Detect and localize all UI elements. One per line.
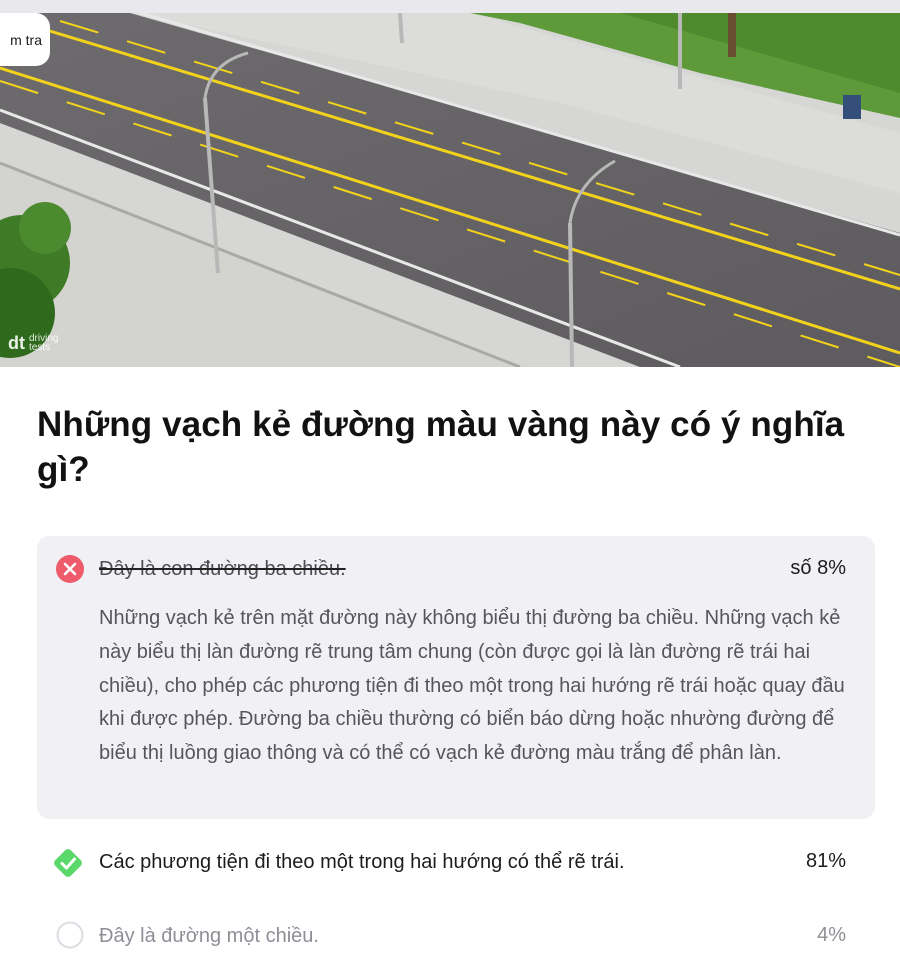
answer-label: Các phương tiện đi theo một trong hai hư… (99, 851, 625, 873)
question-illustration: m tra dt driving tests (0, 0, 900, 367)
breadcrumb-pill-label: m tra (10, 31, 42, 48)
answer-option-wrong[interactable]: Đây là con đường ba chiều. số 8% Những v… (37, 536, 875, 819)
road-illustration (0, 13, 900, 367)
answer-option-correct[interactable]: Các phương tiện đi theo một trong hai hư… (37, 840, 875, 884)
answer-label: Đây là con đường ba chiều. (99, 558, 346, 580)
watermark-icon: dt (8, 332, 25, 353)
answer-percent: 81% (805, 850, 846, 872)
answer-option[interactable]: Đây là đường một chiều. 4% (37, 916, 875, 960)
answer-explanation: Những vạch kẻ trên mặt đường này không b… (99, 607, 845, 765)
empty-circle-icon (56, 921, 84, 949)
answer-percent: số 8% (790, 557, 846, 579)
x-circle-icon (56, 555, 84, 583)
answer-percent: 4% (817, 924, 846, 946)
watermark-line2: tests (29, 342, 51, 353)
watermark-text: driving tests (29, 334, 58, 353)
question-title: Những vạch kẻ đường màu vàng này có ý ng… (37, 405, 845, 489)
answer-label: Đây là đường một chiều. (99, 925, 319, 947)
breadcrumb-pill[interactable]: m tra (0, 13, 50, 66)
check-diamond-icon (54, 849, 82, 877)
watermark-logo: dt driving tests (8, 332, 58, 353)
